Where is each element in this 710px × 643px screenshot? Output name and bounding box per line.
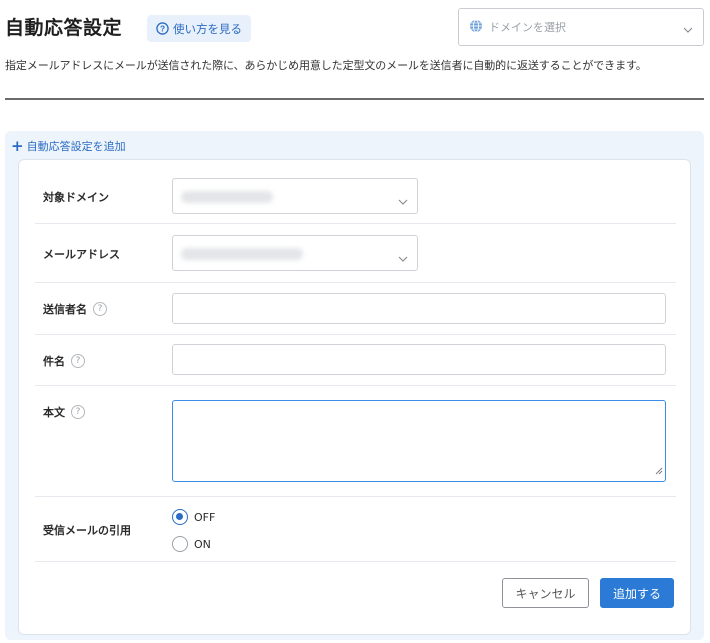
email-label: メールアドレス: [43, 248, 120, 261]
radio-quote-off[interactable]: OFF: [172, 509, 215, 525]
email-select[interactable]: [172, 235, 418, 271]
divider: [5, 98, 704, 100]
row-quote: 受信メールの引用 OFF ON: [35, 497, 676, 562]
sender-name-label-group: 送信者名 ?: [43, 301, 107, 317]
body-label-group: 本文 ?: [43, 404, 85, 420]
domain-select-placeholder: ドメインを選択: [489, 21, 566, 34]
cancel-button[interactable]: キャンセル: [502, 578, 589, 608]
subject-label: 件名: [43, 355, 65, 368]
radio-selected-icon: [172, 509, 188, 525]
sender-name-label: 送信者名: [43, 303, 87, 316]
redacted-value: [181, 248, 303, 260]
target-domain-label: 対象ドメイン: [43, 191, 109, 204]
row-body: 本文 ?: [35, 386, 676, 497]
radio-quote-on-label: ON: [194, 537, 211, 551]
page-description: 指定メールアドレスにメールが送信された際に、あらかじめ用意した定型文のメールを送…: [5, 59, 647, 72]
row-sender-name: 送信者名 ?: [35, 283, 676, 335]
radio-quote-off-label: OFF: [194, 510, 216, 524]
target-domain-select[interactable]: [172, 178, 418, 214]
help-icon[interactable]: ?: [71, 405, 85, 419]
chevron-down-icon: [683, 18, 693, 37]
body-textarea[interactable]: [172, 400, 666, 482]
help-icon[interactable]: ?: [93, 302, 107, 316]
row-subject: 件名 ?: [35, 335, 676, 386]
plus-icon: +: [11, 136, 24, 155]
globe-icon: [469, 18, 483, 37]
row-target-domain: 対象ドメイン: [35, 168, 676, 224]
help-button[interactable]: ? 使い方を見る: [147, 15, 251, 42]
auto-reply-panel: + 自動応答設定を追加 対象ドメイン メールアドレス 送信者名 ? 件名 ? 本…: [5, 131, 704, 640]
row-email: メールアドレス: [35, 224, 676, 283]
add-button[interactable]: 追加する: [600, 578, 674, 608]
question-circle-icon: ?: [156, 22, 169, 35]
subject-label-group: 件名 ?: [43, 353, 85, 369]
svg-text:?: ?: [160, 23, 165, 33]
radio-quote-on[interactable]: ON: [172, 536, 211, 552]
subject-input[interactable]: [172, 344, 666, 375]
radio-unselected-icon: [172, 536, 188, 552]
sender-name-input[interactable]: [172, 293, 666, 324]
domain-select[interactable]: ドメインを選択: [458, 8, 704, 46]
body-label: 本文: [43, 406, 65, 419]
page-title: 自動応答設定: [5, 17, 123, 39]
resize-grip-icon[interactable]: [655, 460, 663, 479]
help-button-label: 使い方を見る: [173, 21, 242, 36]
quote-label: 受信メールの引用: [43, 524, 131, 537]
chevron-down-icon: [398, 247, 408, 266]
add-auto-reply-link[interactable]: + 自動応答設定を追加: [11, 138, 126, 154]
add-auto-reply-label: 自動応答設定を追加: [26, 140, 126, 153]
chevron-down-icon: [398, 190, 408, 209]
help-icon[interactable]: ?: [71, 354, 85, 368]
auto-reply-form: 対象ドメイン メールアドレス 送信者名 ? 件名 ? 本文 ? 受信メールの引用…: [18, 159, 691, 635]
redacted-value: [181, 191, 273, 203]
